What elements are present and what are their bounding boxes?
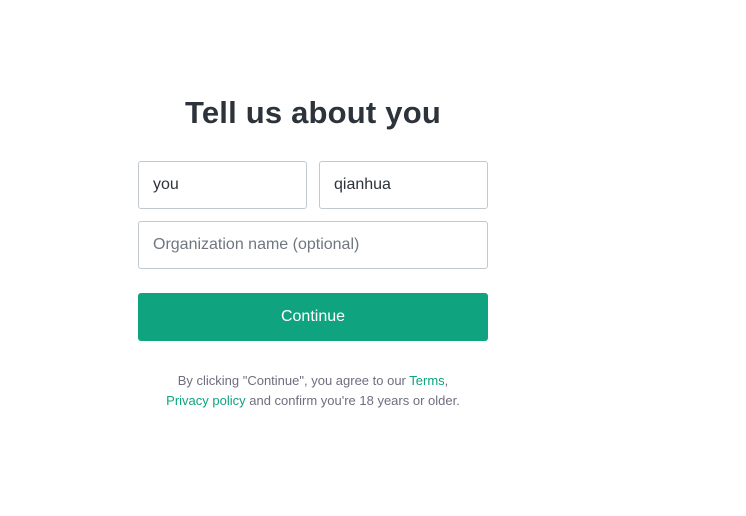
page-title: Tell us about you (184, 95, 441, 130)
last-name-field[interactable] (319, 161, 488, 209)
name-row (138, 161, 488, 209)
legal-suffix: and confirm you're 18 years or older. (245, 393, 460, 408)
legal-notice: By clicking "Continue", you agree to our… (138, 371, 488, 411)
legal-prefix: By clicking "Continue", you agree to our (177, 373, 410, 388)
legal-separator: , (444, 373, 449, 388)
terms-link[interactable]: Terms (409, 373, 444, 388)
continue-button[interactable]: Continue (138, 293, 488, 341)
organization-field[interactable] (138, 221, 488, 269)
page: Tell us about you Continue By clicking "… (0, 0, 746, 516)
first-name-field[interactable] (138, 161, 307, 209)
privacy-policy-link[interactable]: Privacy policy (166, 393, 245, 408)
about-you-form: Tell us about you Continue By clicking "… (138, 90, 488, 411)
